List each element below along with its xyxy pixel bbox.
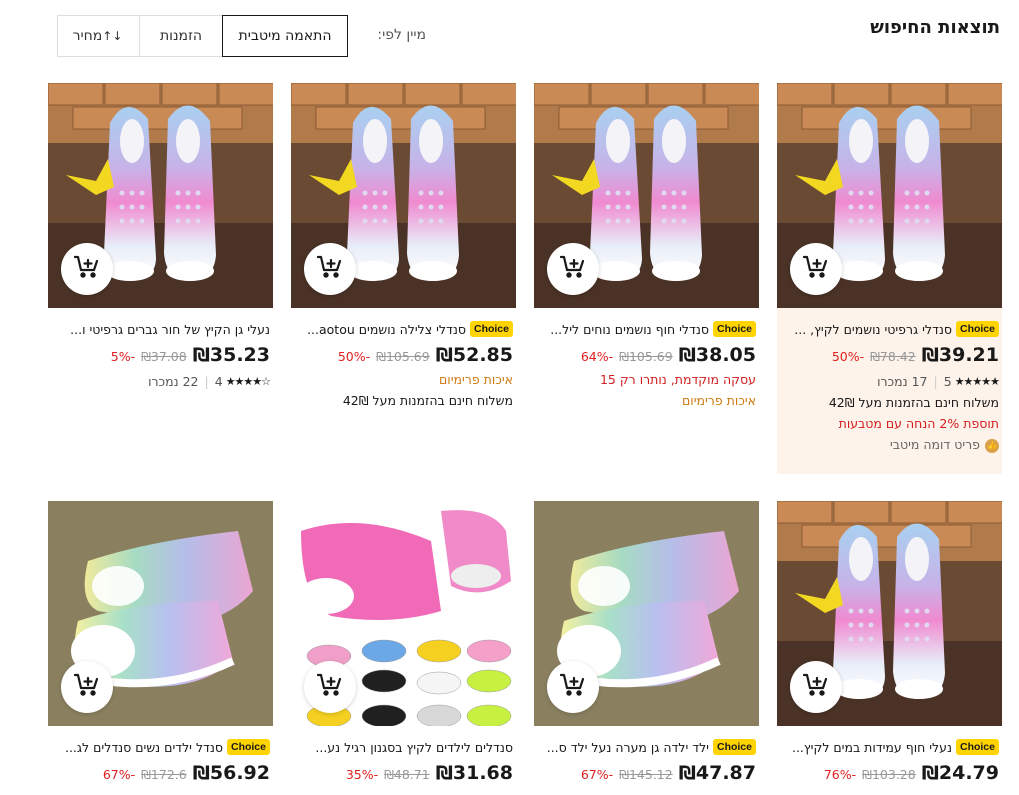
product-price: ₪39.21 (921, 344, 999, 366)
product-price: ₪47.87 (678, 762, 756, 784)
add-to-cart-button[interactable] (61, 243, 113, 295)
sort-by-orders-button[interactable]: הזמנות (139, 15, 223, 57)
cart-plus-icon (316, 673, 343, 701)
rating-value: 5 (943, 374, 952, 389)
discount-percent: -50% (337, 349, 371, 364)
product-price: ₪52.85 (435, 344, 513, 366)
product-image[interactable] (777, 83, 1002, 308)
product-price: ₪35.23 (192, 344, 270, 366)
discount-percent: -50% (831, 349, 865, 364)
product-card[interactable]: סנדלים לילדים לקיץ בסגנון רגיל נע... ₪31… (291, 501, 516, 784)
product-image[interactable] (777, 501, 1002, 726)
product-title[interactable]: סנדל ילדים נשים סנדלים לג... (65, 740, 223, 755)
product-image[interactable] (48, 501, 273, 726)
product-title[interactable]: סנדלי צלילה נושמים aotou... (307, 322, 466, 337)
original-price: ₪103.28 (862, 767, 916, 782)
product-card[interactable]: Choice סנדלי צלילה נושמים aotou... ₪52.85… (291, 83, 516, 408)
product-card[interactable]: Choice סנדל ילדים נשים סנדלים לג... ₪56.9… (48, 501, 273, 784)
cart-plus-icon (73, 673, 100, 701)
product-card[interactable]: Choice סנדלי חוף נושמים נוחים ליל... ₪38.… (534, 83, 759, 408)
add-to-cart-button[interactable] (790, 243, 842, 295)
choice-badge: Choice (712, 321, 756, 337)
page-title: תוצאות החיפוש (870, 17, 1000, 38)
choice-badge: Choice (712, 739, 756, 755)
product-card[interactable]: Choice נעלי חוף עמידות במים לקיץ... ₪24.7… (777, 501, 1002, 784)
cart-plus-icon (559, 255, 586, 283)
cart-plus-icon (559, 673, 586, 701)
original-price: ₪172.6 (141, 767, 187, 782)
discount-percent: -67% (102, 767, 136, 782)
product-promo-line: תוספת 2% הנחה עם מטבעות (838, 416, 999, 431)
sort-label: מיין לפי: (377, 27, 426, 43)
product-promo-line: איכות פרימיום (439, 372, 513, 387)
product-image[interactable] (291, 83, 516, 308)
product-promo-line: משלוח חינם בהזמנות מעל 42₪ (342, 393, 513, 408)
choice-badge: Choice (955, 739, 999, 755)
cart-plus-icon (316, 255, 343, 283)
product-image[interactable] (534, 501, 759, 726)
sort-arrows-icon: ↑↓ (102, 29, 123, 43)
product-promo-line: עסקה מוקדמת, נותרו רק 15 (599, 372, 756, 387)
add-to-cart-button[interactable] (547, 243, 599, 295)
sort-price-label: מחיר (72, 28, 103, 44)
add-to-cart-button[interactable] (790, 661, 842, 713)
product-title[interactable]: סנדלי חוף נושמים נוחים ליל... (550, 322, 709, 337)
divider: | (933, 374, 938, 389)
product-title[interactable]: ילד ילדה גן מערה נעל ילד ס... (547, 740, 709, 755)
star-rating-icon: ★★★★☆ (225, 375, 271, 388)
add-to-cart-button[interactable] (547, 661, 599, 713)
discount-percent: -35% (345, 767, 379, 782)
sold-count: 17 נמכרו (877, 374, 928, 389)
product-title[interactable]: סנדלים לילדים לקיץ בסגנון רגיל נע... (315, 740, 513, 755)
product-promo-line: איכות פרימיום (682, 393, 756, 408)
product-title[interactable]: סנדלי גרפיטי נושמים לקיץ, ... (794, 322, 952, 337)
discount-percent: -76% (823, 767, 857, 782)
thumbs-up-icon: 👍 (985, 438, 999, 453)
product-image[interactable] (291, 501, 516, 726)
product-image[interactable] (534, 83, 759, 308)
product-card[interactable]: Choice ילד ילדה גן מערה נעל ילד ס... ₪47.… (534, 501, 759, 784)
add-to-cart-button[interactable] (304, 243, 356, 295)
choice-badge: Choice (955, 321, 999, 337)
original-price: ₪105.69 (376, 349, 430, 364)
original-price: ₪105.69 (619, 349, 673, 364)
discount-percent: -67% (580, 767, 614, 782)
product-card[interactable]: נעלי גן הקיץ של חור גברים גרפיטי ו... ₪3… (48, 83, 273, 389)
product-image[interactable] (48, 83, 273, 308)
sort-options: מחיר ↑↓ הזמנות התאמה מיטבית (57, 15, 348, 57)
product-price: ₪38.05 (678, 344, 756, 366)
original-price: ₪145.12 (619, 767, 673, 782)
choice-badge: Choice (226, 739, 270, 755)
discount-percent: -64% (580, 349, 614, 364)
product-promo-line: 👍פריט דומה מיטבי (777, 437, 1002, 453)
divider: | (204, 374, 209, 389)
original-price: ₪37.08 (141, 349, 187, 364)
product-price: ₪24.79 (921, 762, 999, 784)
sold-count: 22 נמכרו (148, 374, 199, 389)
product-price: ₪31.68 (435, 762, 513, 784)
product-card[interactable]: Choice סנדלי גרפיטי נושמים לקיץ, ... ₪39.… (777, 83, 1002, 474)
discount-percent: -5% (110, 349, 136, 364)
product-title[interactable]: נעלי גן הקיץ של חור גברים גרפיטי ו... (70, 322, 270, 337)
sort-by-price-button[interactable]: מחיר ↑↓ (57, 15, 140, 57)
cart-plus-icon (73, 255, 100, 283)
add-to-cart-button[interactable] (61, 661, 113, 713)
cart-plus-icon (802, 255, 829, 283)
rating-value: 4 (214, 374, 223, 389)
sort-by-best-match-button[interactable]: התאמה מיטבית (222, 15, 348, 57)
product-promo-line: משלוח חינם בהזמנות מעל 42₪ (828, 395, 999, 410)
product-price: ₪56.92 (192, 762, 270, 784)
choice-badge: Choice (469, 321, 513, 337)
star-rating-icon: ★★★★★ (954, 375, 1000, 388)
product-title[interactable]: נעלי חוף עמידות במים לקיץ... (792, 740, 952, 755)
original-price: ₪78.42 (870, 349, 916, 364)
original-price: ₪48.71 (384, 767, 430, 782)
add-to-cart-button[interactable] (304, 661, 356, 713)
cart-plus-icon (802, 673, 829, 701)
